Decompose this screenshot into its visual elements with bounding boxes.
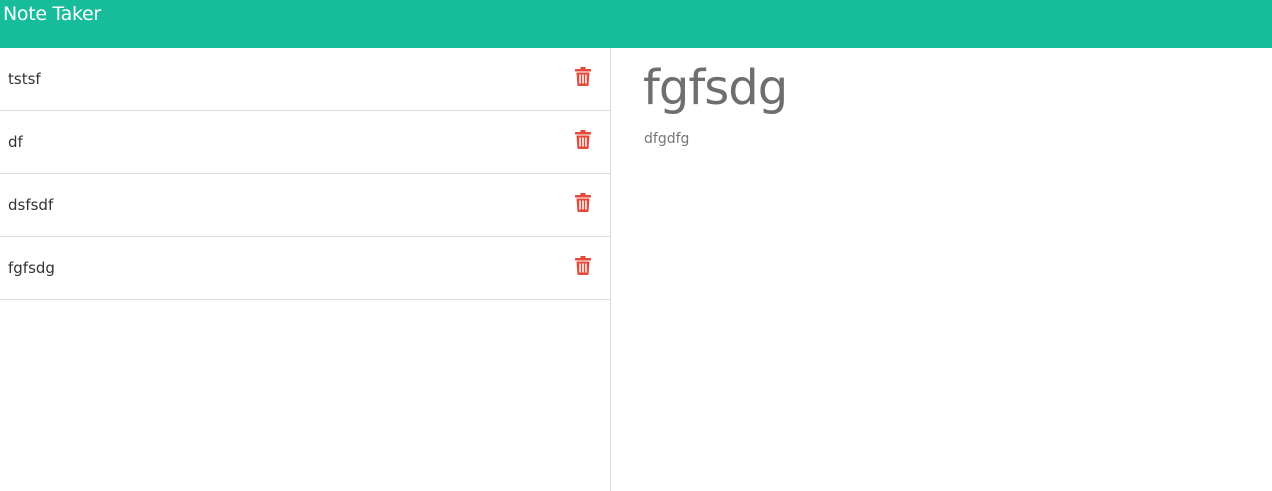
note-item[interactable]: df xyxy=(0,111,610,174)
note-title-display[interactable]: fgfsdg xyxy=(643,58,788,118)
note-detail: fgfsdg dfgdfg xyxy=(612,48,1272,491)
note-item[interactable]: fgfsdg xyxy=(0,237,610,300)
trash-icon[interactable] xyxy=(575,130,591,149)
trash-icon[interactable] xyxy=(575,67,591,86)
app-title[interactable]: Note Taker xyxy=(3,3,101,25)
note-item[interactable]: dsfsdf xyxy=(0,174,610,237)
note-title: fgfsdg xyxy=(8,259,55,277)
note-item[interactable]: tstsf xyxy=(0,48,610,111)
notes-sidebar: tstsf df dsfsdf fgfsdg xyxy=(0,48,611,491)
note-list: tstsf df dsfsdf fgfsdg xyxy=(0,48,610,300)
navbar: Note Taker xyxy=(0,0,1272,48)
note-title: df xyxy=(8,133,23,151)
note-title: tstsf xyxy=(8,70,41,88)
note-text-display[interactable]: dfgdfg xyxy=(644,130,689,148)
trash-icon[interactable] xyxy=(575,193,591,212)
note-title: dsfsdf xyxy=(8,196,54,214)
trash-icon[interactable] xyxy=(575,256,591,275)
